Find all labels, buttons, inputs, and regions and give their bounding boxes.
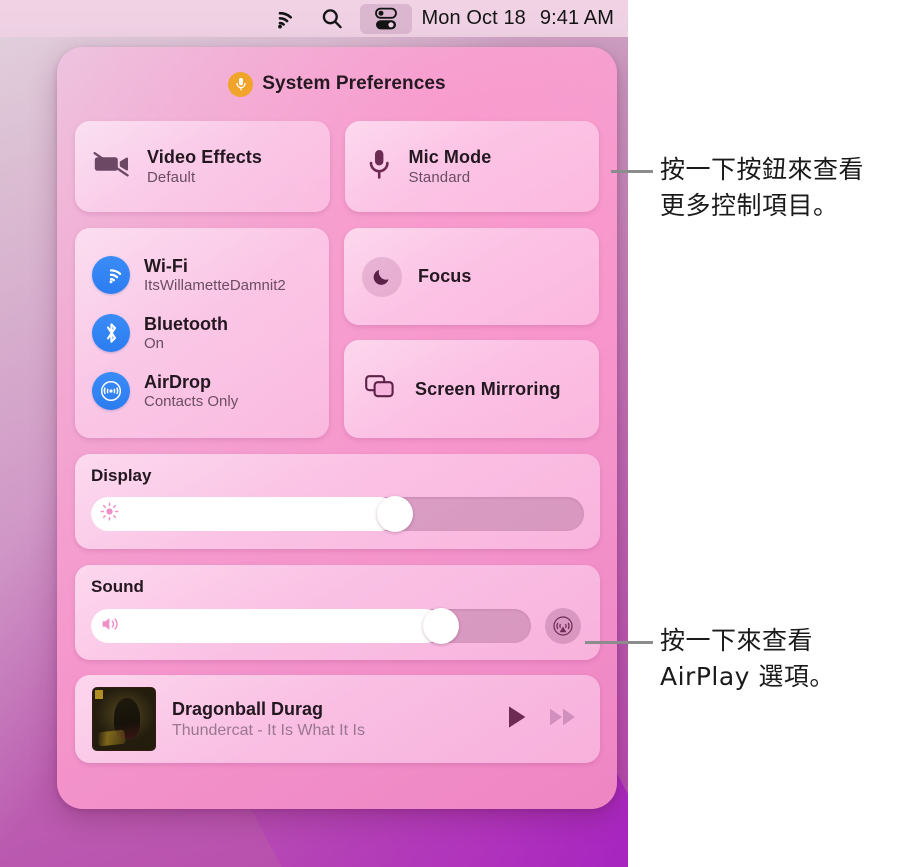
display-slider-row [91, 496, 584, 532]
menubar-date: Mon Oct 18 [421, 7, 526, 29]
leader-line-1 [611, 170, 653, 173]
playback-controls [506, 704, 582, 735]
mic-mode-tile[interactable]: Mic Mode Standard [344, 121, 599, 212]
annotation-2: 按一下來查看 AirPlay 選項。 [660, 626, 835, 691]
sound-tile: Sound [75, 565, 600, 660]
airdrop-label: AirDrop [144, 372, 211, 392]
sound-slider-fill [91, 609, 443, 643]
display-tile: Display [75, 454, 600, 549]
focus-tile[interactable]: Focus [344, 228, 599, 325]
wifi-value: ItsWillametteDamnit2 [144, 277, 286, 294]
video-effects-label-group: Video Effects Default [147, 147, 262, 186]
screen-mirroring-icon [364, 373, 398, 406]
bluetooth-row[interactable]: Bluetooth On [92, 314, 329, 352]
wifi-icon[interactable] [254, 0, 306, 37]
connectivity-tile: Wi-Fi ItsWillametteDamnit2 Bluetooth On … [75, 228, 329, 438]
fast-forward-icon[interactable] [548, 705, 578, 734]
airdrop-label-group: AirDrop Contacts Only [144, 372, 238, 410]
now-playing-subtitle: Thundercat - It Is What It Is [172, 721, 365, 739]
video-off-icon [93, 149, 131, 184]
sound-slider-row [91, 608, 584, 644]
screenshot-root: Mon Oct 18 9:41 AM System Preferences Vi… [0, 0, 923, 867]
menubar-time: 9:41 AM [539, 7, 614, 29]
desktop: Mon Oct 18 9:41 AM System Preferences Vi… [0, 0, 628, 867]
display-brightness-slider[interactable] [91, 496, 584, 532]
screen-mirroring-label: Screen Mirroring [415, 378, 561, 399]
airdrop-icon [92, 372, 130, 410]
microphone-icon [228, 71, 254, 97]
wifi-label: Wi-Fi [144, 256, 188, 276]
album-artwork [92, 687, 156, 751]
now-playing-label-group: Dragonball Durag Thundercat - It Is What… [172, 699, 490, 740]
airdrop-row[interactable]: AirDrop Contacts Only [92, 372, 329, 410]
wifi-icon [92, 256, 130, 294]
brightness-icon [100, 502, 119, 526]
mic-mode-label: Mic Mode [408, 147, 492, 167]
panel-title: System Preferences [75, 47, 599, 121]
sound-slider-knob[interactable] [423, 608, 459, 644]
sound-label: Sound [91, 577, 144, 596]
wifi-row[interactable]: Wi-Fi ItsWillametteDamnit2 [92, 256, 329, 294]
airplay-audio-icon[interactable] [545, 608, 581, 644]
display-slider-fill [91, 497, 397, 531]
control-center-panel: System Preferences Video Effects Default [57, 47, 617, 809]
display-label: Display [91, 466, 152, 485]
microphone-icon [367, 147, 391, 186]
bluetooth-label-group: Bluetooth On [144, 314, 228, 352]
annotation-1: 按一下按鈕來查看 更多控制項目。 [660, 155, 865, 220]
mic-mode-label-group: Mic Mode Standard [409, 147, 492, 186]
speaker-icon [100, 615, 123, 638]
moon-icon [362, 256, 402, 297]
bluetooth-icon [92, 314, 130, 352]
mic-mode-value: Standard [408, 169, 471, 186]
middle-tile-row: Wi-Fi ItsWillametteDamnit2 Bluetooth On … [75, 228, 599, 438]
airdrop-value: Contacts Only [144, 393, 239, 410]
play-icon[interactable] [506, 704, 528, 735]
control-center-icon[interactable] [359, 3, 412, 34]
video-effects-tile[interactable]: Video Effects Default [75, 121, 330, 212]
now-playing-track: Dragonball Durag [172, 698, 324, 719]
video-effects-label: Video Effects [147, 147, 263, 167]
search-icon[interactable] [306, 0, 358, 37]
video-effects-value: Default [147, 169, 196, 186]
now-playing-tile[interactable]: Dragonball Durag Thundercat - It Is What… [75, 675, 600, 763]
display-slider-knob[interactable] [376, 496, 413, 532]
screen-mirroring-tile[interactable]: Screen Mirroring [344, 340, 599, 438]
wifi-label-group: Wi-Fi ItsWillametteDamnit2 [144, 256, 286, 294]
menu-bar: Mon Oct 18 9:41 AM [0, 0, 628, 37]
focus-label: Focus [418, 266, 472, 286]
middle-right-column: Focus Screen Mirroring [344, 228, 599, 438]
top-tile-row: Video Effects Default Mic Mode Standard [75, 121, 599, 212]
panel-title-text: System Preferences [262, 73, 446, 94]
sound-volume-slider[interactable] [91, 608, 531, 644]
bluetooth-label: Bluetooth [144, 314, 228, 334]
bluetooth-value: On [144, 335, 165, 352]
leader-line-2 [585, 641, 653, 644]
